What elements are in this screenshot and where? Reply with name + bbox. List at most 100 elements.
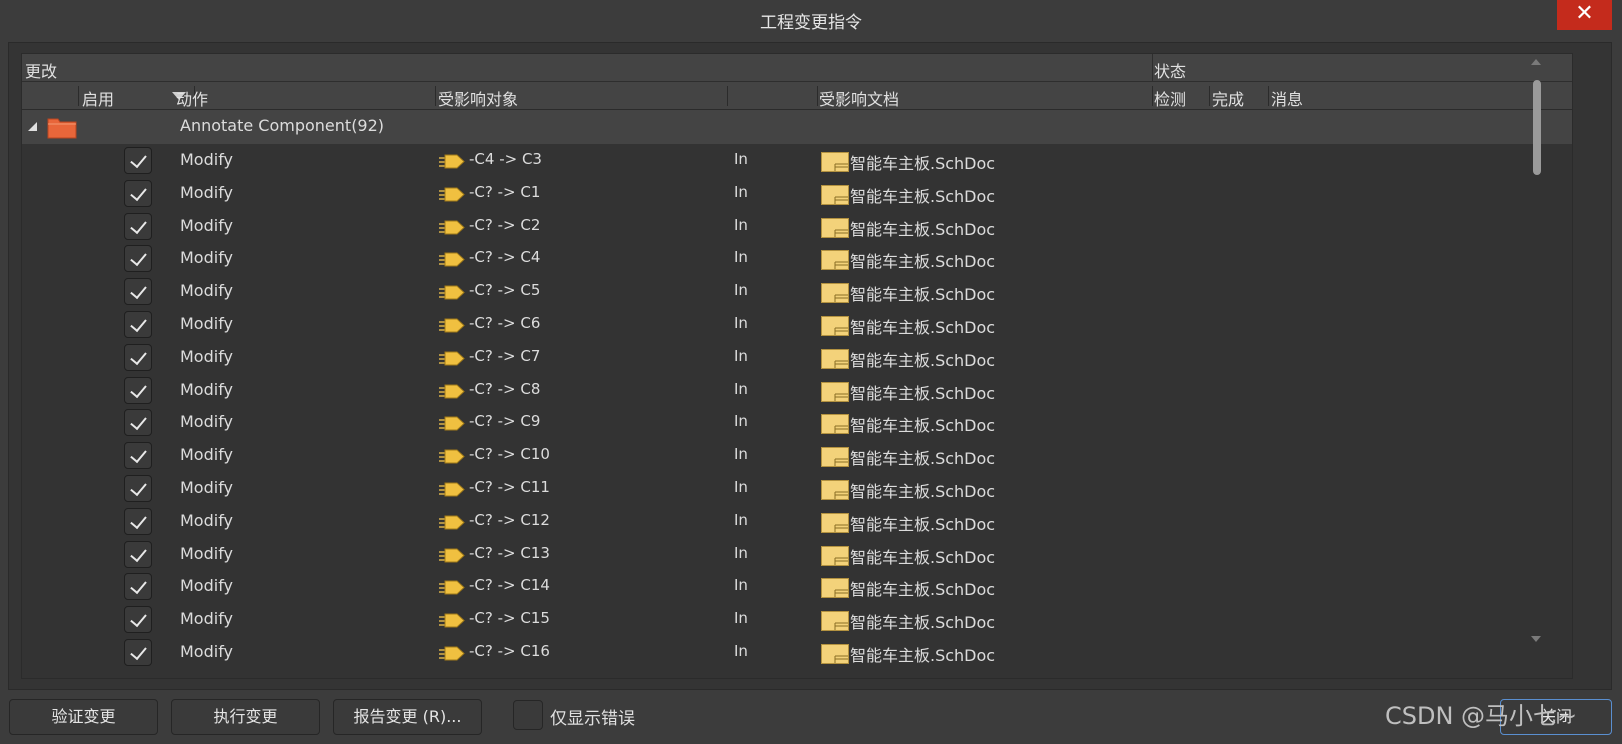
table-row[interactable]: Modify -C? -> C16 In 智能车主板.SchDoc	[22, 636, 1572, 669]
window-close-button[interactable]: ✕	[1557, 0, 1612, 30]
enable-checkbox[interactable]	[124, 540, 152, 568]
enable-checkbox[interactable]	[124, 573, 152, 601]
column-header-check[interactable]: 检测	[1154, 86, 1186, 110]
row-affected-object: -C? -> C9	[469, 412, 541, 431]
schematic-doc-icon	[821, 414, 849, 435]
component-icon	[439, 187, 465, 202]
vertical-scrollbar[interactable]	[1527, 53, 1545, 653]
row-action: Modify	[180, 313, 234, 333]
row-action: Modify	[180, 281, 234, 301]
collapse-triangle-icon[interactable]	[28, 122, 37, 131]
schematic-doc-icon	[821, 381, 849, 402]
enable-checkbox[interactable]	[124, 278, 152, 306]
table-row[interactable]: Modify -C? -> C6 In 智能车主板.SchDoc	[22, 308, 1572, 341]
row-in: In	[734, 346, 748, 365]
row-action: Modify	[180, 641, 234, 661]
row-in: In	[734, 379, 748, 398]
row-in: In	[734, 412, 748, 431]
row-action: Modify	[180, 609, 234, 629]
table-row[interactable]: Modify -C4 -> C3 In 智能车主板.SchDoc	[22, 144, 1572, 177]
row-affected-document: 智能车主板.SchDoc	[850, 186, 996, 206]
enable-checkbox[interactable]	[124, 507, 152, 535]
row-affected-object: -C4 -> C3	[469, 150, 542, 168]
row-affected-object: -C? -> C14	[469, 576, 550, 595]
row-affected-object: -C? -> C12	[469, 510, 550, 529]
enable-checkbox[interactable]	[124, 638, 152, 666]
row-affected-document: 智能车主板.SchDoc	[850, 383, 996, 403]
enable-checkbox[interactable]	[124, 245, 152, 273]
table-row[interactable]: Modify -C? -> C14 In 智能车主板.SchDoc	[22, 570, 1572, 603]
component-icon	[439, 351, 465, 366]
table-row[interactable]: Modify -C? -> C7 In 智能车主板.SchDoc	[22, 341, 1572, 374]
only-errors-checkbox[interactable]	[513, 700, 543, 730]
row-affected-object: -C? -> C15	[469, 609, 550, 628]
table-row[interactable]: Modify -C? -> C5 In 智能车主板.SchDoc	[22, 275, 1572, 308]
schematic-doc-icon	[821, 545, 849, 566]
column-header-action[interactable]: 动作	[176, 86, 208, 110]
row-in: In	[734, 576, 748, 595]
table-row[interactable]: Modify -C? -> C13 In 智能车主板.SchDoc	[22, 538, 1572, 571]
group-label: Annotate Component(92)	[180, 116, 385, 135]
schematic-doc-icon	[821, 152, 849, 172]
schematic-doc-icon	[821, 283, 849, 304]
table-row[interactable]: Modify -C? -> C12 In 智能车主板.SchDoc	[22, 505, 1572, 538]
table-row[interactable]: Modify -C? -> C10 In 智能车主板.SchDoc	[22, 439, 1572, 472]
table-row[interactable]: Modify -C? -> C9 In 智能车主板.SchDoc	[22, 406, 1572, 439]
column-header-message[interactable]: 消息	[1271, 86, 1303, 110]
row-action: Modify	[180, 346, 234, 366]
table-row[interactable]: Modify -C? -> C1 In 智能车主板.SchDoc	[22, 177, 1572, 210]
row-action: Modify	[180, 543, 234, 563]
row-in: In	[734, 215, 748, 234]
enable-checkbox[interactable]	[124, 474, 152, 502]
column-header-enable[interactable]: 启用	[82, 86, 114, 110]
only-errors-label: 仅显示错误	[550, 709, 635, 729]
row-affected-object: -C? -> C2	[469, 215, 541, 234]
row-affected-object: -C? -> C13	[469, 543, 550, 562]
component-icon	[439, 318, 465, 333]
enable-checkbox[interactable]	[124, 606, 152, 634]
component-icon	[439, 285, 465, 300]
row-in: In	[734, 182, 748, 201]
scroll-down-icon[interactable]	[1531, 636, 1541, 642]
column-separator	[727, 86, 728, 106]
enable-checkbox[interactable]	[124, 409, 152, 437]
schematic-doc-icon	[821, 184, 849, 205]
table-row[interactable]: Modify -C? -> C15 In 智能车主板.SchDoc	[22, 603, 1572, 636]
scroll-thumb[interactable]	[1533, 80, 1541, 175]
enable-checkbox[interactable]	[124, 376, 152, 404]
group-row-annotate-component[interactable]: Annotate Component(92)	[22, 110, 1572, 144]
column-separator	[817, 86, 818, 106]
validate-changes-button[interactable]: 验证变更	[9, 699, 158, 735]
enable-checkbox[interactable]	[124, 212, 152, 240]
component-icon	[439, 252, 465, 267]
row-action: Modify	[180, 215, 234, 235]
change-rows: Modify -C4 -> C3 In 智能车主板.SchDoc Modify …	[22, 144, 1572, 669]
table-row[interactable]: Modify -C? -> C11 In 智能车主板.SchDoc	[22, 472, 1572, 505]
enable-checkbox[interactable]	[124, 343, 152, 371]
scroll-up-icon[interactable]	[1531, 59, 1541, 65]
schematic-doc-icon	[821, 479, 849, 500]
row-affected-object: -C? -> C5	[469, 281, 541, 300]
row-affected-document: 智能车主板.SchDoc	[850, 613, 996, 633]
enable-checkbox[interactable]	[124, 147, 152, 174]
row-in: In	[734, 477, 748, 496]
schematic-doc-icon	[821, 217, 849, 238]
column-header-affected-document[interactable]: 受影响文档	[819, 86, 899, 110]
row-affected-object: -C? -> C10	[469, 445, 550, 464]
enable-checkbox[interactable]	[124, 442, 152, 470]
row-action: Modify	[180, 379, 234, 399]
row-affected-document: 智能车主板.SchDoc	[850, 514, 996, 534]
schematic-doc-icon	[821, 643, 849, 664]
enable-checkbox[interactable]	[124, 179, 152, 207]
column-header-affected-object[interactable]: 受影响对象	[438, 86, 518, 110]
group-header-status: 状态	[1154, 62, 1187, 81]
table-row[interactable]: Modify -C? -> C4 In 智能车主板.SchDoc	[22, 242, 1572, 275]
execute-changes-button[interactable]: 执行变更	[171, 699, 320, 735]
column-header-done[interactable]: 完成	[1212, 86, 1244, 110]
report-changes-button[interactable]: 报告变更 (R)...	[333, 699, 482, 735]
row-in: In	[734, 510, 748, 529]
table-row[interactable]: Modify -C? -> C8 In 智能车主板.SchDoc	[22, 374, 1572, 407]
table-row[interactable]: Modify -C? -> C2 In 智能车主板.SchDoc	[22, 210, 1572, 243]
component-icon	[439, 646, 465, 661]
enable-checkbox[interactable]	[124, 310, 152, 338]
